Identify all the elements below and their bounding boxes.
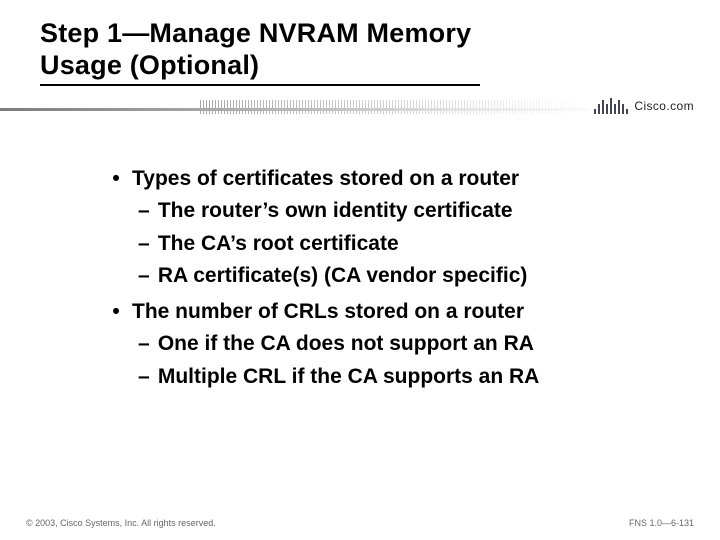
bullet-1: • Types of certificates stored on a rout… <box>110 166 680 289</box>
footer: © 2003, Cisco Systems, Inc. All rights r… <box>26 518 694 528</box>
dash-icon: – <box>138 364 152 390</box>
title-line-2: Usage (Optional) <box>40 50 259 80</box>
title-line-1: Step 1—Manage NVRAM Memory <box>40 18 471 48</box>
bullet-1-sub-3-text: RA certificate(s) (CA vendor specific) <box>158 264 528 287</box>
content-area: • Types of certificates stored on a rout… <box>110 166 680 396</box>
bullet-2-sub-1: – One if the CA does not support an RA <box>138 331 680 357</box>
footer-pageref: FNS 1.0—6-131 <box>629 518 694 528</box>
bullet-2-sub-2-text: Multiple CRL if the CA supports an RA <box>158 365 540 388</box>
bullet-1-text: Types of certificates stored on a router <box>132 166 519 192</box>
header-rule-gradient <box>0 108 590 111</box>
bullet-dot-icon: • <box>110 166 122 192</box>
slide-title-block: Step 1—Manage NVRAM Memory Usage (Option… <box>40 18 680 86</box>
header-rule-ticks <box>200 100 590 114</box>
bullet-2-sub-1-text: One if the CA does not support an RA <box>158 332 534 355</box>
footer-copyright: © 2003, Cisco Systems, Inc. All rights r… <box>26 518 216 528</box>
slide-title: Step 1—Manage NVRAM Memory Usage (Option… <box>40 18 680 82</box>
dash-icon: – <box>138 331 152 357</box>
bullet-2-sub-2: – Multiple CRL if the CA supports an RA <box>138 364 680 390</box>
cisco-bridge-icon <box>594 98 628 114</box>
slide: Step 1—Manage NVRAM Memory Usage (Option… <box>0 0 720 540</box>
bullet-1-sub-3: – RA certificate(s) (CA vendor specific) <box>138 263 680 289</box>
bullet-1-sub-2-text: The CA’s root certificate <box>158 232 399 255</box>
bullet-1-sub-1: – The router’s own identity certificate <box>138 198 680 224</box>
dash-icon: – <box>138 231 152 257</box>
bullet-dot-icon: • <box>110 299 122 325</box>
dash-icon: – <box>138 198 152 224</box>
bullet-1-sub-1-text: The router’s own identity certificate <box>158 199 513 222</box>
bullet-1-sub-2: – The CA’s root certificate <box>138 231 680 257</box>
dash-icon: – <box>138 263 152 289</box>
brand-text: Cisco.com <box>634 99 694 113</box>
bullet-2-text: The number of CRLs stored on a router <box>132 299 524 325</box>
bullet-2: • The number of CRLs stored on a router … <box>110 299 680 390</box>
brand-logo: Cisco.com <box>594 98 694 114</box>
title-underline <box>40 84 480 86</box>
